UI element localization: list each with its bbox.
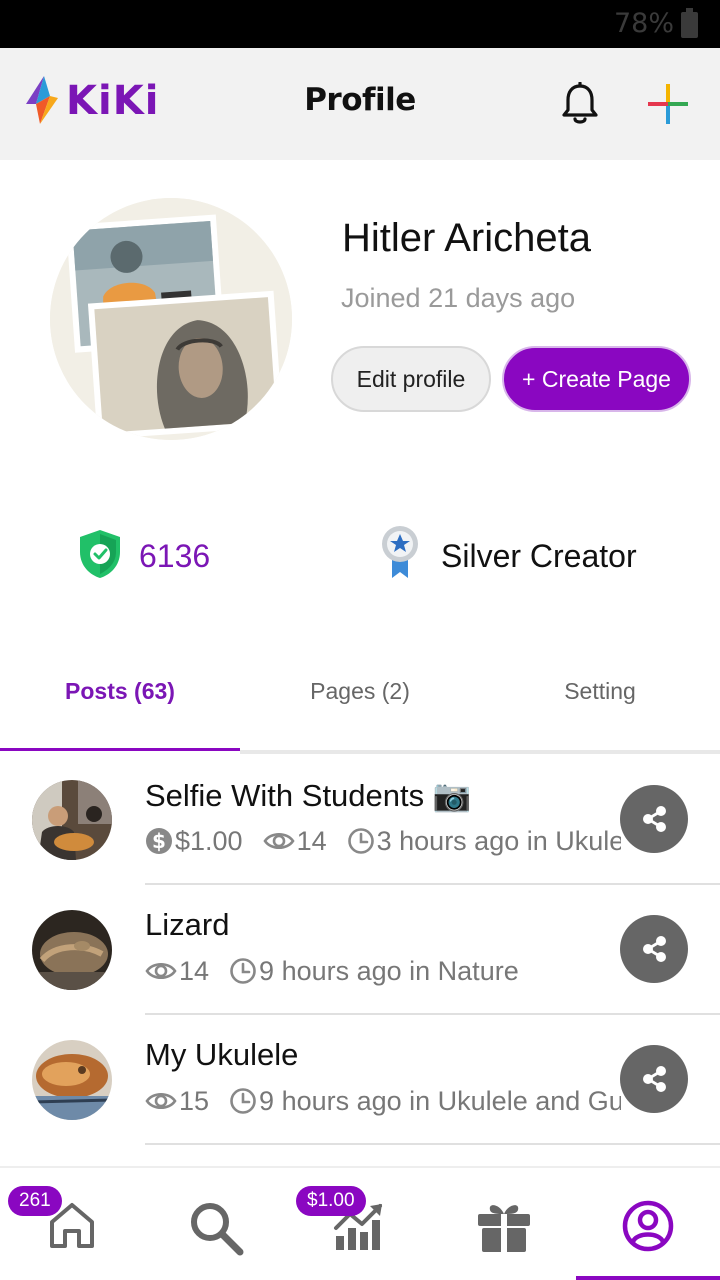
app-bar: KiKi Profile [0,48,720,160]
nav-active-indicator [576,1276,720,1280]
avatar[interactable] [50,198,292,440]
edit-profile-button[interactable]: Edit profile [331,346,491,412]
post-thumbnail [32,1040,112,1120]
tab-divider [240,750,720,754]
list-item[interactable]: Selfie With Students 📷 $ $1.00 14 3 hour… [0,755,720,885]
clock-icon [347,828,374,854]
share-icon [643,936,666,962]
add-button[interactable] [648,84,688,124]
tab-active-indicator [0,748,240,751]
battery-icon [681,8,698,38]
dollar-icon: $ [146,828,172,854]
creator-rank: Silver Creator [441,538,637,574]
avatar-photo [50,198,292,440]
list-item[interactable]: My Ukulele 15 9 hours ago in Ukulele and… [0,1015,720,1145]
battery-percent: 78% [613,8,674,39]
eye-icon [145,962,177,980]
share-button[interactable] [620,1045,688,1113]
post-time: 9 hours ago in Nature [259,955,519,986]
nav-home[interactable]: 261 [0,1168,144,1280]
tab-posts[interactable]: Posts (63) [0,678,240,705]
post-thumbnail [32,910,112,990]
views: 14 [263,826,327,857]
share-icon [643,1066,666,1092]
page-title: Profile [304,82,416,118]
post-meta: 15 9 hours ago in Ukulele and Guitar [145,1081,621,1121]
post-meta: 14 9 hours ago in Nature [145,951,621,991]
nav-earnings[interactable]: $1.00 [288,1168,432,1280]
plus-icon [648,84,688,124]
time: 9 hours ago in Nature [229,956,519,987]
eye-icon [263,832,295,850]
post-title: Lizard [145,907,230,942]
shield-check-icon [76,528,124,580]
eye-icon [145,1092,177,1110]
post-views: 14 [179,955,210,986]
notifications-button[interactable] [560,81,600,126]
views: 15 [145,1086,209,1117]
time: 3 hours ago in Ukulele and Guitar [347,826,621,857]
post-title: Selfie With Students 📷 [145,778,472,813]
share-icon [643,806,666,832]
post-time: 3 hours ago in Ukulele and Guitar [376,825,621,856]
post-time: 9 hours ago in Ukulele and Guitar [259,1085,621,1116]
search-icon [191,1203,244,1256]
joined-date: Joined 21 days ago [341,283,576,313]
post-earning: $1.00 [175,825,243,856]
share-button[interactable] [620,785,688,853]
time: 9 hours ago in Ukulele and Guitar [229,1086,621,1117]
nav-search[interactable] [144,1168,288,1280]
profile-icon [622,1200,674,1252]
post-thumbnail [32,780,112,860]
bottom-nav: 261 $1.00 [0,1166,720,1280]
earnings-badge: $1.00 [296,1186,366,1216]
svg-text:$: $ [152,829,166,853]
earning: $ $1.00 [145,826,243,857]
home-badge: 261 [8,1186,62,1216]
views: 14 [145,956,209,987]
gift-icon [478,1205,530,1252]
points-value: 6136 [139,538,211,574]
post-meta: $ $1.00 14 3 hours ago in Ukulele and Gu… [145,821,621,861]
tab-pages[interactable]: Pages (2) [240,678,480,705]
list-item[interactable]: Lizard 14 9 hours ago in Nature [0,885,720,1015]
bell-icon [562,81,598,124]
profile-name: Hitler Aricheta [342,216,591,260]
post-views: 14 [296,825,327,856]
status-bar: 78% [0,0,720,48]
post-title: My Ukulele [145,1037,299,1072]
medal-icon [380,524,424,580]
nav-profile[interactable] [576,1168,720,1280]
clock-icon [230,958,256,984]
tab-setting[interactable]: Setting [480,678,720,705]
clock-icon [230,1088,256,1114]
nav-gifts[interactable] [432,1168,576,1280]
share-button[interactable] [620,915,688,983]
post-views: 15 [179,1085,210,1116]
create-page-button[interactable]: + Create Page [502,346,691,412]
divider [145,1143,720,1145]
